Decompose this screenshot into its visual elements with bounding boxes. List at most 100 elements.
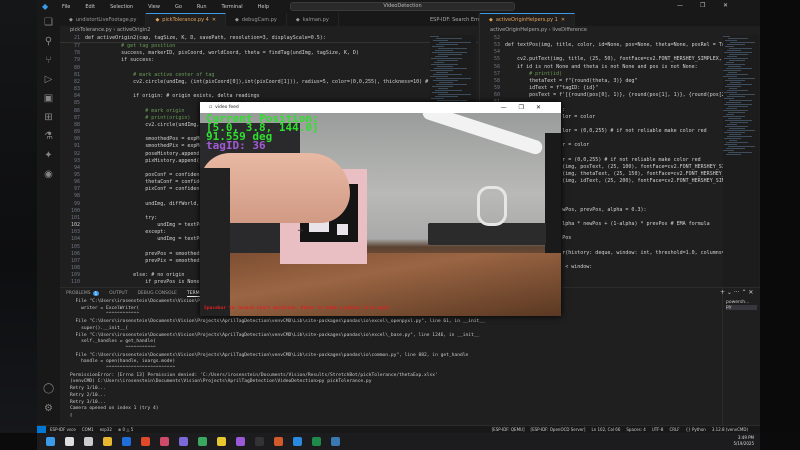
command-center-search[interactable]: VideoDetection <box>290 2 515 11</box>
breadcrumb-symbol[interactable]: liveDifference <box>552 27 587 33</box>
maximize-button[interactable]: ❐ <box>700 2 705 9</box>
panel-tab-output[interactable]: OUTPUT <box>109 291 127 296</box>
code-line[interactable]: 84 if origin: # origin exists, delta rea… <box>60 93 478 100</box>
taskbar-task-view-icon[interactable] <box>84 437 93 446</box>
code-line[interactable]: 79 if success: <box>60 57 478 64</box>
editor-tab[interactable]: ◆ pickTolerance.py 4 ✕ <box>146 13 227 26</box>
remote-explorer-icon[interactable]: ▣ <box>43 93 54 104</box>
line-number: 82 <box>73 78 80 85</box>
menu-item-go[interactable]: Go <box>175 4 182 10</box>
status-item[interactable]: COM1 <box>82 427 94 432</box>
search-icon[interactable]: ⚲ <box>43 36 54 47</box>
status-item[interactable]: CRLF <box>669 427 679 432</box>
settings-gear-icon[interactable]: ⚙ <box>43 403 54 414</box>
editor-tab[interactable]: ◆ activeOriginHelpers.py 1 ✕ <box>480 13 576 26</box>
testing-icon[interactable]: ⚗ <box>43 131 54 142</box>
source-control-icon[interactable]: ⑂ <box>43 55 54 66</box>
terminal-line: ^^^^^^^^^^^ <box>70 345 156 351</box>
explorer-icon[interactable]: ❏ <box>43 17 54 28</box>
status-item[interactable]: UTF-8 <box>652 427 664 432</box>
close-tab-icon[interactable]: ✕ <box>561 17 565 23</box>
taskbar-app-icon[interactable] <box>217 437 226 446</box>
code-line[interactable]: 77 # get tag position <box>60 43 478 50</box>
breadcrumb-file[interactable]: activeOriginHelpers.py <box>490 27 547 33</box>
code-line[interactable]: 53 def textPos(img, title, color, id=None… <box>480 42 760 49</box>
code-line[interactable]: 80 <box>60 65 478 72</box>
code-line[interactable]: 83 <box>60 86 478 93</box>
window-controls[interactable]: —❐✕ <box>501 104 553 111</box>
editor-tab[interactable]: ◆ undistortLiveFootage.py <box>60 13 147 26</box>
status-item[interactable]: Spaces: 4 <box>626 427 645 432</box>
status-item[interactable]: Ln 102, Col 66 <box>591 427 620 432</box>
code-line[interactable]: 60 posText = f'[{round(pos[0], 1)}, {rou… <box>480 92 760 99</box>
close-tab-icon[interactable]: ✕ <box>212 17 216 23</box>
panel-tab-debug-console[interactable]: DEBUG CONSOLE <box>137 291 176 296</box>
taskbar-start-icon[interactable] <box>46 437 55 446</box>
code-line[interactable]: 59 idText = f"tagID: {id}" <box>480 85 760 92</box>
code-text: # print(id) <box>505 70 563 77</box>
code-line[interactable]: 82 cv2.circle(undImg, (int(pixCoord[0]),… <box>60 79 478 86</box>
menu-item-run[interactable]: Run <box>197 4 207 10</box>
clock[interactable]: 3:49 PM 5/19/2025 <box>733 435 754 447</box>
breadcrumb-file[interactable]: pickTolerance.py <box>70 27 112 33</box>
code-text: undImg = textPos <box>85 236 206 243</box>
menu-item-file[interactable]: File <box>62 4 70 10</box>
menu-item-help[interactable]: Help <box>258 4 269 10</box>
status-item[interactable]: ⊗ 0 △ 5 <box>118 427 133 432</box>
menu-item-view[interactable]: View <box>148 4 160 10</box>
taskbar-chrome-icon[interactable] <box>141 437 150 446</box>
menu-item-edit[interactable]: Edit <box>85 4 95 10</box>
status-item[interactable]: ESP-IDF vsce <box>50 427 76 432</box>
taskbar-file-explorer-icon[interactable] <box>103 437 112 446</box>
terminal-output[interactable]: File "C:\Users\irosenstein\Documents\Vis… <box>60 299 760 420</box>
status-item[interactable]: [ESP-IDF: QEMU] <box>492 427 525 432</box>
code-line[interactable]: 58 thetaText = f"{round(theta, 3)} deg" <box>480 78 760 85</box>
docker-icon[interactable]: ◉ <box>43 169 54 180</box>
account-icon[interactable]: ◯ <box>43 383 54 394</box>
sticky-scroll[interactable]: 21 def activeOrigin2(cap, tagSize, K, D, … <box>60 35 478 44</box>
line-number: 77 <box>73 43 80 50</box>
code-text: cv2.circle(undImg, (int(pixCoord[0]),int… <box>85 78 447 85</box>
esp-idf-icon[interactable]: ✦ <box>43 150 54 161</box>
menu-item-terminal[interactable]: Terminal <box>222 4 243 10</box>
taskbar-outlook-icon[interactable] <box>122 437 131 446</box>
editor-tab[interactable]: ◆ debugCam.py <box>226 13 287 26</box>
extensions-icon[interactable]: ⊞ <box>43 112 54 123</box>
taskbar-app-icon[interactable] <box>160 437 169 446</box>
taskbar-app-icon[interactable] <box>179 437 188 446</box>
taskbar-app-icon[interactable] <box>274 437 283 446</box>
editor-tab[interactable]: ◆ kalman.py <box>287 13 339 26</box>
desk-lamp <box>420 113 545 156</box>
taskbar-excel-icon[interactable] <box>312 437 321 446</box>
terminal-item[interactable]: py <box>726 305 757 310</box>
close-button[interactable]: ✕ <box>723 2 728 9</box>
status-item[interactable]: 3.12.8 (venvCMD) <box>712 427 748 432</box>
code-line[interactable]: 56 if id is not None and theta is not No… <box>480 64 760 71</box>
code-text: posText = f'[{round(pos[0], 1)}, {round(… <box>505 92 731 99</box>
run-debug-icon[interactable]: ▷ <box>43 74 54 85</box>
taskbar-python-icon[interactable] <box>331 437 340 446</box>
code-line[interactable]: 81 # mark active center of tag <box>60 72 478 79</box>
code-line[interactable]: 52 <box>480 35 760 42</box>
code-line[interactable]: 54 <box>480 49 760 56</box>
taskbar-app-icon[interactable] <box>236 437 245 446</box>
panel-tab-problems[interactable]: PROBLEMS 1 <box>66 291 100 296</box>
minimize-button[interactable]: — <box>677 2 683 9</box>
taskbar-terminal-icon[interactable] <box>255 437 264 446</box>
desk-tray <box>428 223 546 245</box>
code-line[interactable]: 57 # print(id) <box>480 71 760 78</box>
menu-item-selection[interactable]: Selection <box>110 4 133 10</box>
breadcrumb-symbol[interactable]: activeOrigin2 <box>117 27 151 33</box>
camera-image[interactable]: + Current Position: [5.0, 3.8, 144.0] 91… <box>200 113 561 316</box>
minimap[interactable] <box>723 35 759 287</box>
code-line[interactable]: 55 cv2.putText(img, title, (25, 50), fon… <box>480 56 760 63</box>
taskbar-search-icon[interactable] <box>65 437 74 446</box>
taskbar-app-icon[interactable] <box>198 437 207 446</box>
code-line[interactable]: 78 success, markerID, pixCoord, worldCoo… <box>60 50 478 57</box>
status-item[interactable]: [ESP-IDF: OpenOCD Server] <box>531 427 586 432</box>
status-item[interactable]: esp32 <box>100 427 112 432</box>
new-terminal-icon[interactable]: + ⌄ ··· ⌃ ✕ <box>720 289 753 296</box>
line-number: 57 <box>493 70 500 77</box>
taskbar-vscode-icon[interactable] <box>293 437 302 446</box>
status-item[interactable]: {} Python <box>686 427 706 432</box>
